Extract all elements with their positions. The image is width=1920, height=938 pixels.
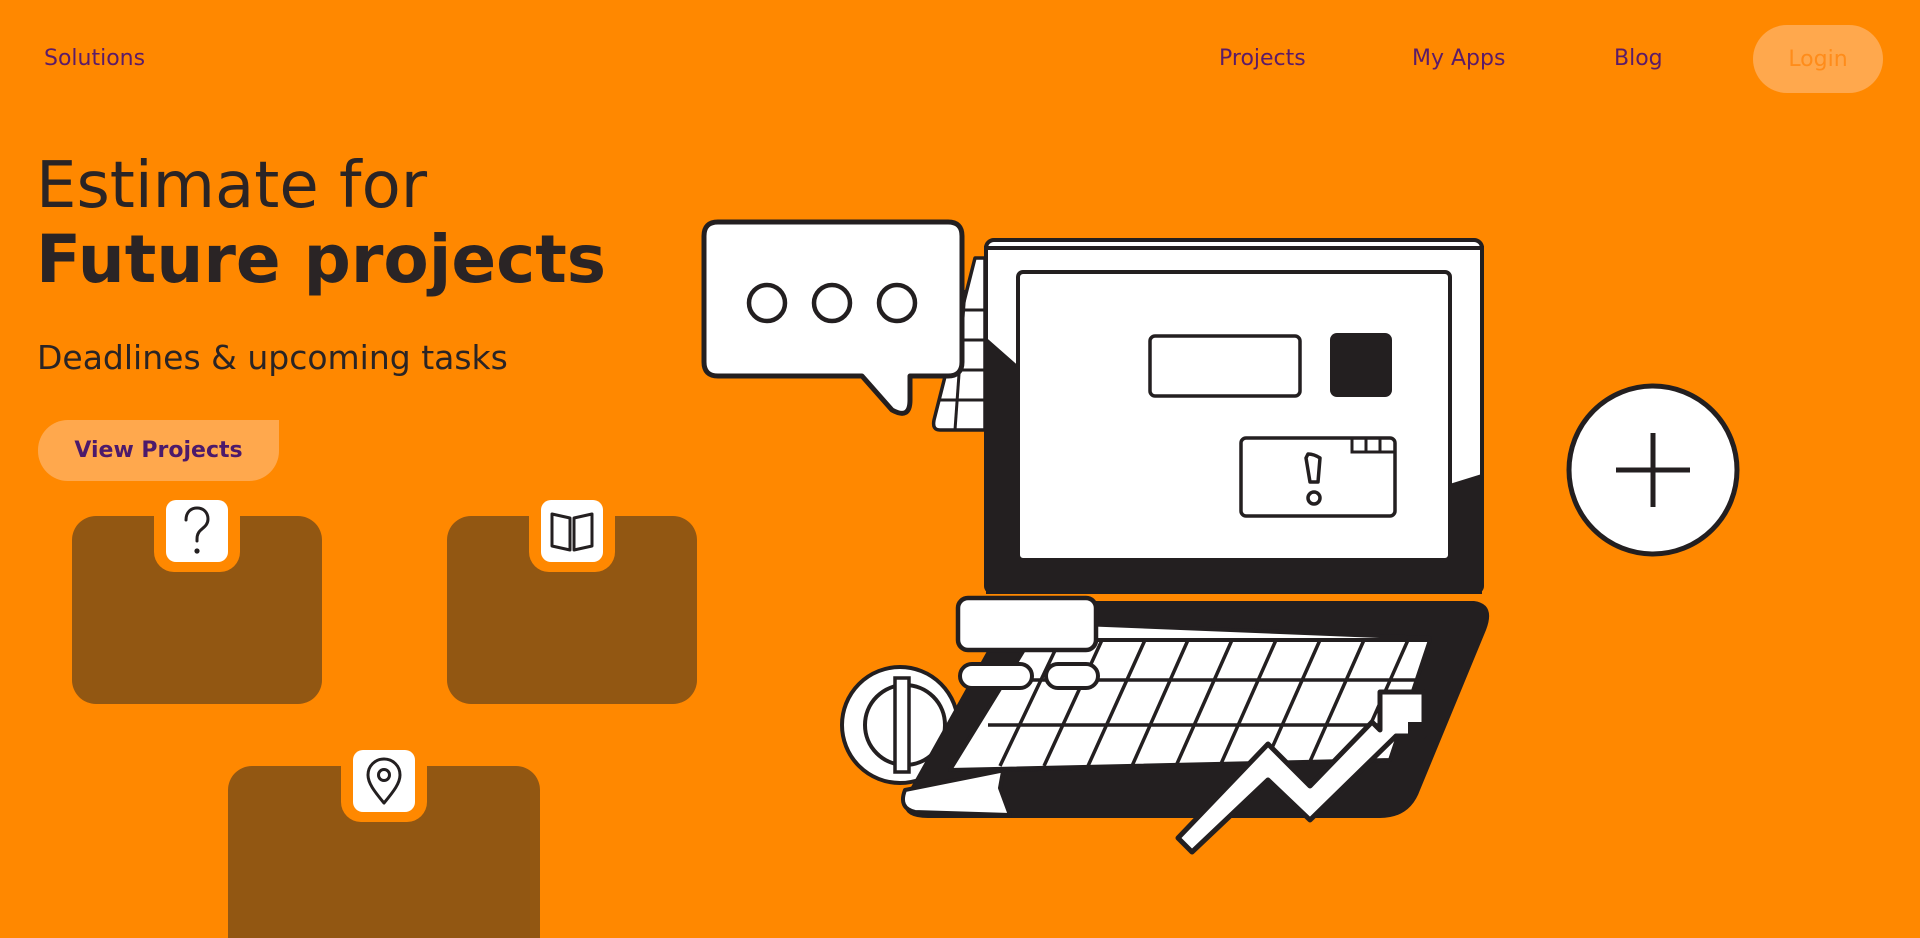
plus-circle-icon	[1566, 383, 1740, 557]
monitor-icon	[984, 238, 1484, 594]
page: Solutions Projects My Apps Blog Login Es…	[0, 0, 1920, 938]
laptop-illustration	[701, 219, 1740, 855]
chat-bubble-icon	[701, 219, 965, 416]
